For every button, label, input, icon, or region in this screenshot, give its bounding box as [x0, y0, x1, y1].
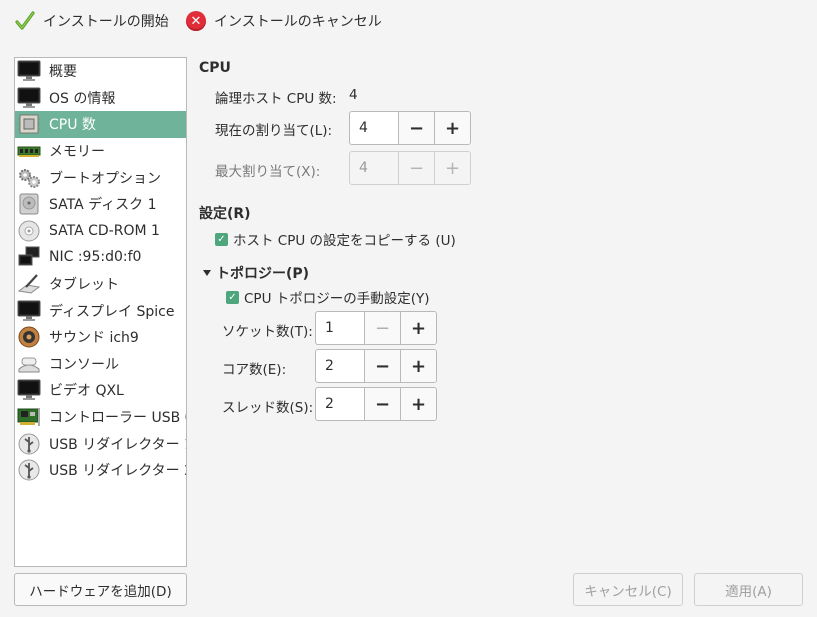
- manual-topology-label: CPU トポロジーの手動設定(Y): [244, 291, 430, 307]
- hardware-list-item[interactable]: USB リダイレクター 1: [15, 430, 186, 457]
- topology-heading: トポロジー(P): [216, 266, 310, 282]
- gears-icon: [17, 167, 41, 189]
- max-allocation-increment-button[interactable]: +: [434, 152, 470, 184]
- network-icon: [17, 246, 41, 268]
- hardware-list-item-label: SATA CD-ROM 1: [49, 222, 160, 239]
- hardware-list-item-label: タブレット: [49, 277, 119, 294]
- memory-icon: [17, 140, 41, 162]
- hardware-list-item[interactable]: CPU 数: [15, 111, 186, 138]
- sockets-increment-button[interactable]: +: [400, 312, 436, 344]
- hardware-list-item-label: 概要: [49, 64, 77, 81]
- current-allocation-spinner: 4 − +: [349, 111, 471, 145]
- monitor-icon: [17, 379, 41, 401]
- cores-decrement-button[interactable]: −: [364, 350, 400, 382]
- toolbar: インストールの開始 ✕ インストールのキャンセル: [0, 0, 817, 44]
- usb-icon: [17, 459, 41, 481]
- cores-label: コア数(E):: [222, 362, 287, 378]
- hardware-list-item[interactable]: USB リダイレクター 2: [15, 457, 186, 484]
- threads-increment-button[interactable]: +: [400, 388, 436, 420]
- configuration-heading: 設定(R): [199, 206, 251, 222]
- copy-host-cpu-label: ホスト CPU の設定をコピーする (U): [233, 233, 456, 249]
- console-icon: [17, 353, 41, 375]
- hardware-list: 概要 OS の情報 CPU 数メモリーブートオプション SATA ディスク 1 SATA…: [14, 57, 187, 567]
- tablet-icon: [17, 273, 41, 295]
- cpu-heading: CPU: [199, 60, 231, 76]
- hardware-list-item[interactable]: 概要: [15, 58, 186, 85]
- hardware-list-item[interactable]: ディスプレイ Spice: [15, 297, 186, 324]
- begin-installation-button[interactable]: インストールの開始: [14, 8, 169, 34]
- cdrom-icon: [17, 220, 41, 242]
- cancel-installation-button[interactable]: ✕ インストールのキャンセル: [185, 8, 382, 34]
- hardware-list-item-label: ビデオ QXL: [49, 383, 124, 400]
- monitor-icon: [17, 60, 41, 82]
- pcicard-icon: [17, 406, 41, 428]
- sockets-input[interactable]: 1: [316, 312, 364, 344]
- checkbox-checked-icon: ✓: [226, 290, 239, 304]
- max-allocation-decrement-button[interactable]: −: [398, 152, 434, 184]
- hardware-list-item[interactable]: ブートオプション: [15, 164, 186, 191]
- hardware-list-item-label: コンソール: [49, 356, 119, 373]
- max-allocation-input[interactable]: 4: [350, 152, 398, 184]
- hardware-list-item-label: ブートオプション: [49, 170, 161, 187]
- manual-topology-checkbox[interactable]: ✓ CPU トポロジーの手動設定(Y): [226, 287, 430, 307]
- hardware-list-item-label: サウンド ich9: [49, 330, 139, 347]
- cores-spinner: 2 − +: [315, 349, 437, 383]
- speaker-icon: [17, 326, 41, 348]
- cancel-installation-label: インストールのキャンセル: [214, 14, 382, 30]
- hardware-list-item[interactable]: メモリー: [15, 138, 186, 165]
- max-allocation-spinner: 4 − +: [349, 151, 471, 185]
- hardware-list-item-label: ディスプレイ Spice: [49, 303, 175, 320]
- sockets-spinner: 1 − +: [315, 311, 437, 345]
- threads-spinner: 2 − +: [315, 387, 437, 421]
- checkmark-icon: [14, 10, 36, 32]
- cancel-button[interactable]: キャンセル(C): [573, 573, 683, 606]
- max-allocation-label: 最大割り当て(X):: [215, 164, 321, 180]
- monitor-icon: [17, 87, 41, 109]
- checkbox-checked-icon: ✓: [215, 232, 228, 246]
- hardware-list-item[interactable]: OS の情報: [15, 85, 186, 112]
- monitor-icon: [17, 300, 41, 322]
- cancel-icon: ✕: [185, 10, 207, 32]
- usb-icon: [17, 433, 41, 455]
- hardware-list-item-label: CPU 数: [49, 117, 96, 134]
- hardware-list-item-label: メモリー: [49, 144, 105, 161]
- hardware-list-item[interactable]: サウンド ich9: [15, 324, 186, 351]
- hardware-list-item-label: USB リダイレクター 1: [49, 436, 186, 453]
- current-allocation-decrement-button[interactable]: −: [398, 112, 434, 144]
- apply-button[interactable]: 適用(A): [694, 573, 803, 606]
- harddisk-icon: [17, 193, 41, 215]
- hardware-list-item[interactable]: SATA ディスク 1: [15, 191, 186, 218]
- threads-input[interactable]: 2: [316, 388, 364, 420]
- hardware-list-item[interactable]: ビデオ QXL: [15, 377, 186, 404]
- hardware-list-item[interactable]: NIC :95:d0:f0: [15, 244, 186, 271]
- hardware-list-item-label: コントローラー USB 0: [49, 410, 186, 427]
- current-allocation-label: 現在の割り当て(L):: [215, 123, 333, 139]
- logical-host-cpu-label: 論理ホスト CPU 数:: [215, 91, 337, 107]
- cores-input[interactable]: 2: [316, 350, 364, 382]
- threads-label: スレッド数(S):: [222, 400, 314, 416]
- hardware-list-item[interactable]: コントローラー USB 0: [15, 404, 186, 431]
- hardware-list-item-label: OS の情報: [49, 90, 116, 107]
- hardware-list-item-label: USB リダイレクター 2: [49, 463, 186, 480]
- hardware-list-item[interactable]: コンソール: [15, 351, 186, 378]
- sockets-decrement-button[interactable]: −: [364, 312, 400, 344]
- expander-arrow-icon: [203, 270, 211, 276]
- hardware-list-item[interactable]: タブレット: [15, 271, 186, 298]
- hardware-list-item-label: NIC :95:d0:f0: [49, 249, 142, 266]
- logical-host-cpu-value: 4: [349, 87, 358, 103]
- copy-host-cpu-checkbox[interactable]: ✓ ホスト CPU の設定をコピーする (U): [215, 229, 456, 249]
- cores-increment-button[interactable]: +: [400, 350, 436, 382]
- begin-installation-label: インストールの開始: [43, 14, 169, 30]
- current-allocation-increment-button[interactable]: +: [434, 112, 470, 144]
- current-allocation-input[interactable]: 4: [350, 112, 398, 144]
- topology-expander[interactable]: トポロジー(P): [203, 263, 309, 283]
- add-hardware-button[interactable]: ハードウェアを追加(D): [14, 573, 187, 606]
- threads-decrement-button[interactable]: −: [364, 388, 400, 420]
- hardware-list-item[interactable]: SATA CD-ROM 1: [15, 218, 186, 245]
- sockets-label: ソケット数(T):: [222, 324, 313, 340]
- cpu-icon: [17, 113, 41, 135]
- hardware-list-item-label: SATA ディスク 1: [49, 197, 157, 214]
